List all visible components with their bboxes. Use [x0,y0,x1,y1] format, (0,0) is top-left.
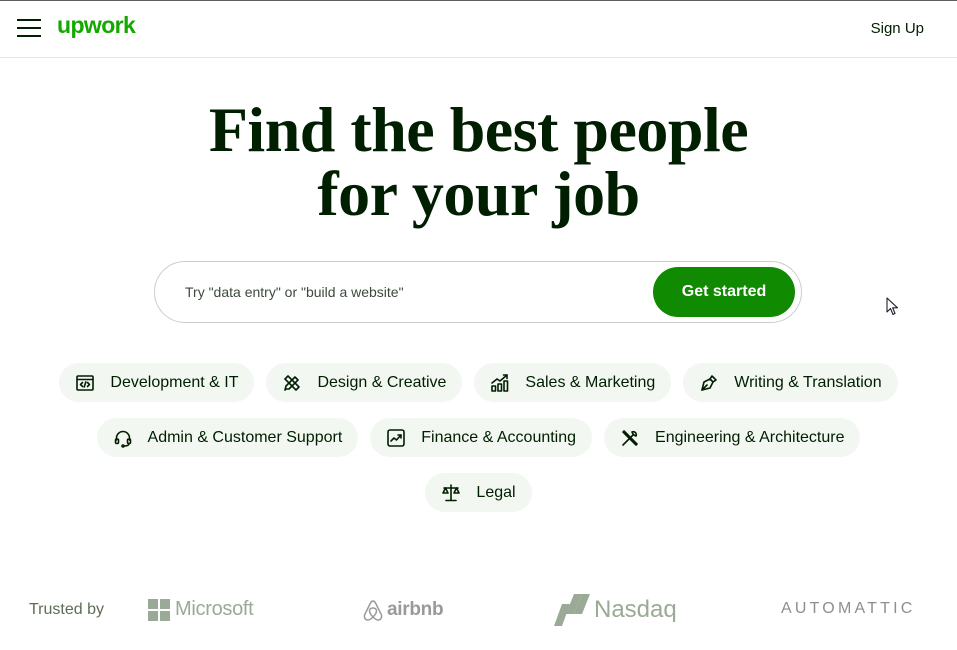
search-input[interactable] [185,280,635,304]
nasdaq-wordmark: Nasdaq [594,596,677,623]
airbnb-logo: airbnb [362,598,444,622]
nasdaq-logo: Nasdaq [552,592,677,628]
pen-nib-icon [698,372,720,394]
trusted-by-label: Trusted by [29,601,104,618]
nasdaq-mark-icon [554,594,590,626]
category-label: Sales & Marketing [525,373,656,391]
microsoft-wordmark: Microsoft [175,598,254,620]
mouse-cursor-icon [886,297,899,316]
trusted-by-section: Trusted by Microsoft airbnb Nasdaq AUTOM… [0,590,957,630]
category-engineering-architecture[interactable]: Engineering & Architecture [604,418,861,457]
hamburger-menu-icon[interactable] [17,19,41,37]
category-finance-accounting[interactable]: Finance & Accounting [370,418,593,457]
get-started-button[interactable]: Get started [653,267,795,317]
trend-chart-icon [385,427,407,449]
category-label: Writing & Translation [734,373,882,391]
scales-icon [440,482,462,504]
microsoft-grid-icon [148,598,170,621]
code-window-icon [74,372,96,394]
bar-chart-up-icon [489,372,511,394]
sign-up-link[interactable]: Sign Up [871,20,924,37]
category-label: Engineering & Architecture [655,428,845,446]
headset-icon [112,427,134,449]
tools-icon [619,427,641,449]
pencil-ruler-icon [281,372,303,394]
airbnb-wordmark: airbnb [387,599,444,620]
category-label: Development & IT [110,373,239,391]
category-row-3: Legal [0,473,957,512]
category-label: Finance & Accounting [421,428,577,446]
automattic-logo: AUTOMATTIC [781,600,916,617]
microsoft-logo: Microsoft [148,598,254,621]
category-writing-translation[interactable]: Writing & Translation [683,363,898,402]
category-list: Development & IT Design & Creative Sales… [0,363,957,528]
airbnb-belo-icon [363,600,383,621]
category-admin-customer-support[interactable]: Admin & Customer Support [96,418,359,457]
upwork-logo[interactable]: upwork [57,12,136,39]
category-sales-marketing[interactable]: Sales & Marketing [474,363,672,402]
hero-title-line-1: Find the best people [208,94,749,165]
hero-title: Find the best people for your job [0,98,957,226]
search-bar: Get started [154,261,802,323]
category-label: Admin & Customer Support [147,428,343,446]
top-nav: upwork Sign Up [0,1,957,58]
category-label: Legal [476,483,516,501]
category-legal[interactable]: Legal [425,473,532,512]
category-row-2: Admin & Customer Support Finance & Accou… [0,418,957,457]
category-development-it[interactable]: Development & IT [59,363,255,402]
category-design-creative[interactable]: Design & Creative [266,363,463,402]
hero-title-line-2: for your job [317,158,640,229]
category-label: Design & Creative [317,373,447,391]
category-row-1: Development & IT Design & Creative Sales… [0,363,957,402]
